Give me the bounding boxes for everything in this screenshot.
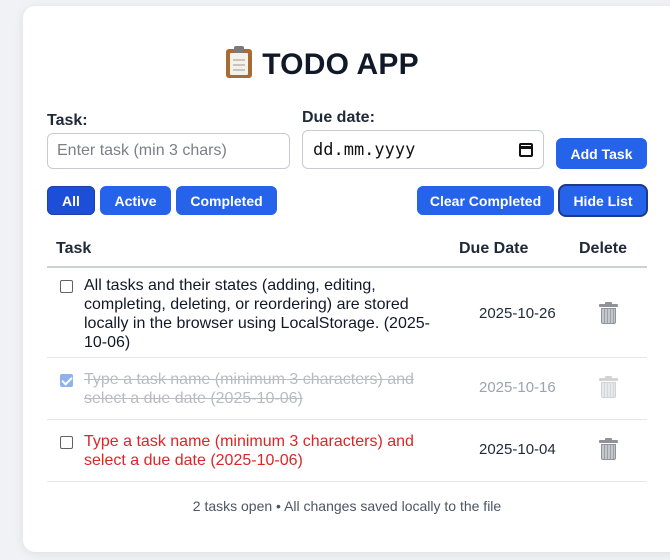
task-due-date: 2025-10-16 [479,379,556,396]
task-checkbox[interactable] [60,280,73,293]
table-header: Task Due Date Delete [47,232,647,268]
table-row: Type a task name (minimum 3 characters) … [47,358,647,420]
calendar-icon[interactable] [519,142,533,157]
task-due-date: 2025-10-04 [479,441,556,458]
app-title: TODO APP [0,46,645,82]
task-text[interactable]: Type a task name (minimum 3 characters) … [84,370,444,408]
status-footer: 2 tasks open • All changes saved locally… [192,498,502,514]
clipboard-icon [226,46,253,78]
task-due-date: 2025-10-26 [479,305,556,322]
table-row: Type a task name (minimum 3 characters) … [47,420,647,482]
task-input[interactable] [47,133,290,169]
filter-all-button[interactable]: All [47,186,95,215]
trash-icon[interactable] [599,376,618,398]
task-label: Task: [47,112,88,129]
app-title-text: TODO APP [262,48,419,81]
task-table: Task Due Date Delete All tasks and their… [47,232,647,482]
table-row: All tasks and their states (adding, edit… [47,268,647,358]
task-checkbox[interactable] [60,436,73,449]
trash-icon[interactable] [599,302,618,324]
header-due-date: Due Date [459,240,529,257]
task-text[interactable]: All tasks and their states (adding, edit… [84,276,444,352]
add-task-button[interactable]: Add Task [556,138,647,169]
trash-icon[interactable] [599,438,618,460]
header-task: Task [56,240,92,257]
filter-completed-button[interactable]: Completed [176,186,277,215]
filter-active-button[interactable]: Active [100,186,171,215]
due-date-input[interactable]: dd.mm.yyyy [302,130,544,169]
task-checkbox[interactable] [60,374,73,387]
due-date-value: dd.mm.yyyy [313,139,416,160]
hide-list-button[interactable]: Hide List [560,186,646,215]
header-delete: Delete [579,240,628,257]
due-date-label: Due date: [302,109,375,126]
clear-completed-button[interactable]: Clear Completed [417,186,554,215]
task-text[interactable]: Type a task name (minimum 3 characters) … [84,432,444,470]
